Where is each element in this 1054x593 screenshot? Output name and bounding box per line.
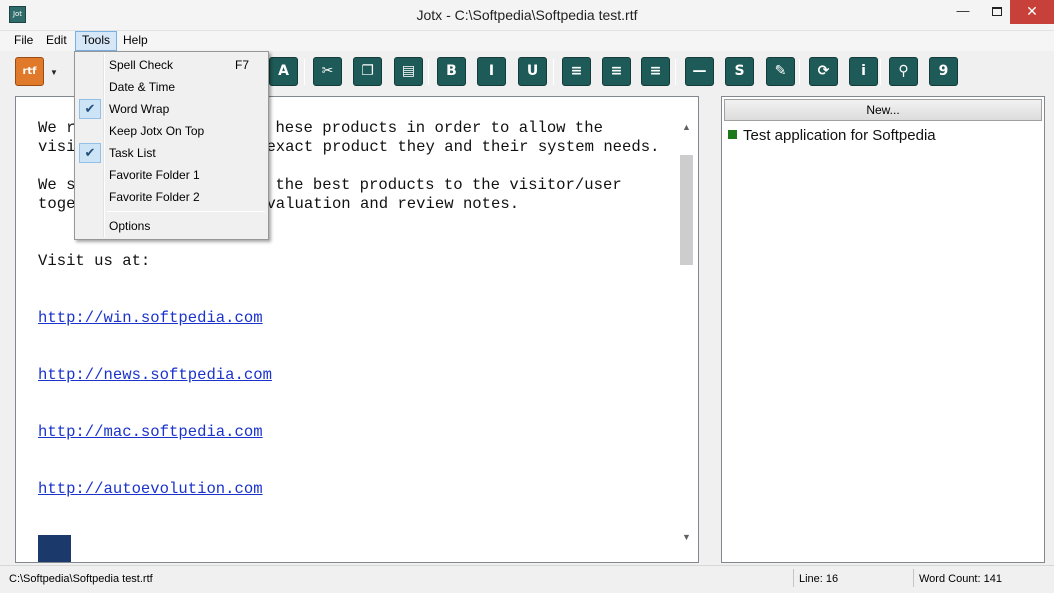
vertical-scrollbar[interactable]: ▲ ▼ — [678, 119, 695, 547]
status-word-count: Word Count: 141 — [919, 573, 1002, 585]
calendar-icon[interactable]: 9 — [929, 57, 958, 86]
bold-icon[interactable]: B — [437, 57, 466, 86]
align-center-icon[interactable]: ≡ — [602, 57, 631, 86]
menu-item-label: Date & Time — [109, 80, 176, 94]
tools-menu: Spell Check F7 Date & Time ✔ Word Wrap K… — [74, 51, 269, 240]
menu-item-label: Favorite Folder 1 — [109, 168, 200, 182]
menu-file[interactable]: File — [8, 31, 39, 51]
horizontal-line-icon[interactable]: — — [685, 57, 714, 86]
menu-bar: File Edit Tools Help — [0, 31, 1054, 51]
menu-favorite-folder-2[interactable]: Favorite Folder 2 — [77, 186, 266, 208]
search-icon[interactable]: ⚲ — [889, 57, 918, 86]
scroll-up-icon[interactable]: ▲ — [678, 119, 695, 135]
menu-item-label: Keep Jotx On Top — [109, 124, 205, 138]
checkmark-icon: ✔ — [79, 99, 101, 119]
menu-keep-on-top[interactable]: Keep Jotx On Top — [77, 120, 266, 142]
menu-word-wrap[interactable]: ✔ Word Wrap — [77, 98, 266, 120]
text-line: toge — [38, 195, 76, 213]
maximize-icon — [992, 7, 1002, 17]
menu-item-label: Spell Check — [109, 58, 174, 72]
toolbar-separator — [304, 59, 305, 85]
text-line: We s — [38, 176, 76, 194]
menu-date-time[interactable]: Date & Time — [77, 76, 266, 98]
menu-item-label: Task List — [109, 146, 156, 160]
window-title: Jotx - C:\Softpedia\Softpedia test.rtf — [416, 7, 638, 23]
link-news[interactable]: http://news.softpedia.com — [38, 366, 272, 384]
menu-options[interactable]: Options — [77, 215, 266, 237]
text-line: We r — [38, 119, 76, 137]
cut-icon[interactable]: ✂ — [313, 57, 342, 86]
close-button[interactable]: ✕ — [1010, 0, 1054, 24]
link-win[interactable]: http://win.softpedia.com — [38, 309, 263, 327]
menu-separator — [107, 211, 265, 212]
menu-item-label: Favorite Folder 2 — [109, 190, 200, 204]
menu-tools[interactable]: Tools — [75, 31, 118, 51]
menu-item-shortcut: F7 — [235, 58, 250, 72]
menu-item-label: Word Wrap — [109, 102, 170, 116]
menu-help[interactable]: Help — [117, 31, 154, 51]
copy-icon[interactable]: ❐ — [353, 57, 382, 86]
task-item[interactable]: Test application for Softpedia — [728, 127, 936, 144]
scroll-thumb[interactable] — [680, 155, 693, 265]
toolbar-separator — [428, 59, 429, 85]
toolbar-separator — [880, 59, 881, 85]
link-mac[interactable]: http://mac.softpedia.com — [38, 423, 263, 441]
visit-label: Visit us at: — [38, 252, 151, 270]
info-icon[interactable]: i — [849, 57, 878, 86]
pin-icon[interactable]: ✎ — [766, 57, 795, 86]
status-line: Line: 16 — [799, 573, 839, 585]
spell-check-icon[interactable]: S — [725, 57, 754, 86]
toolbar-separator — [799, 59, 800, 85]
minimize-button[interactable]: — — [946, 0, 980, 24]
status-path: C:\Softpedia\Softpedia test.rtf — [9, 573, 153, 585]
new-task-button[interactable]: New... — [724, 99, 1042, 121]
underline-icon[interactable]: U — [518, 57, 547, 86]
align-left-icon[interactable]: ≡ — [562, 57, 591, 86]
task-label: Test application for Softpedia — [743, 127, 936, 144]
refresh-icon[interactable]: ⟳ — [809, 57, 838, 86]
toolbar-separator — [675, 59, 676, 85]
status-bar: C:\Softpedia\Softpedia test.rtf Line: 16… — [0, 565, 1054, 593]
toolbar-separator — [553, 59, 554, 85]
maximize-button[interactable] — [980, 0, 1014, 24]
file-format-button[interactable]: rtf — [15, 57, 44, 86]
status-divider — [913, 569, 914, 587]
paste-icon[interactable]: ▤ — [394, 57, 423, 86]
status-divider — [793, 569, 794, 587]
title-bar[interactable]: Jot Jotx - C:\Softpedia\Softpedia test.r… — [0, 0, 1054, 31]
menu-item-label: Options — [109, 219, 151, 233]
link-autoevolution[interactable]: http://autoevolution.com — [38, 480, 263, 498]
scroll-down-icon[interactable]: ▼ — [678, 529, 695, 545]
task-list-panel: New... Test application for Softpedia — [721, 96, 1045, 563]
menu-favorite-folder-1[interactable]: Favorite Folder 1 — [77, 164, 266, 186]
task-bullet-icon — [728, 130, 737, 139]
chevron-down-icon[interactable]: ▼ — [50, 68, 58, 77]
embedded-logo — [38, 535, 71, 562]
font-icon[interactable]: A — [269, 57, 298, 86]
text-line: visi — [38, 138, 76, 156]
menu-task-list[interactable]: ✔ Task List — [77, 142, 266, 164]
menu-spell-check[interactable]: Spell Check F7 — [77, 54, 266, 76]
align-right-icon[interactable]: ≡ — [641, 57, 670, 86]
menu-edit[interactable]: Edit — [40, 31, 73, 51]
checkmark-icon: ✔ — [79, 143, 101, 163]
italic-icon[interactable]: I — [477, 57, 506, 86]
